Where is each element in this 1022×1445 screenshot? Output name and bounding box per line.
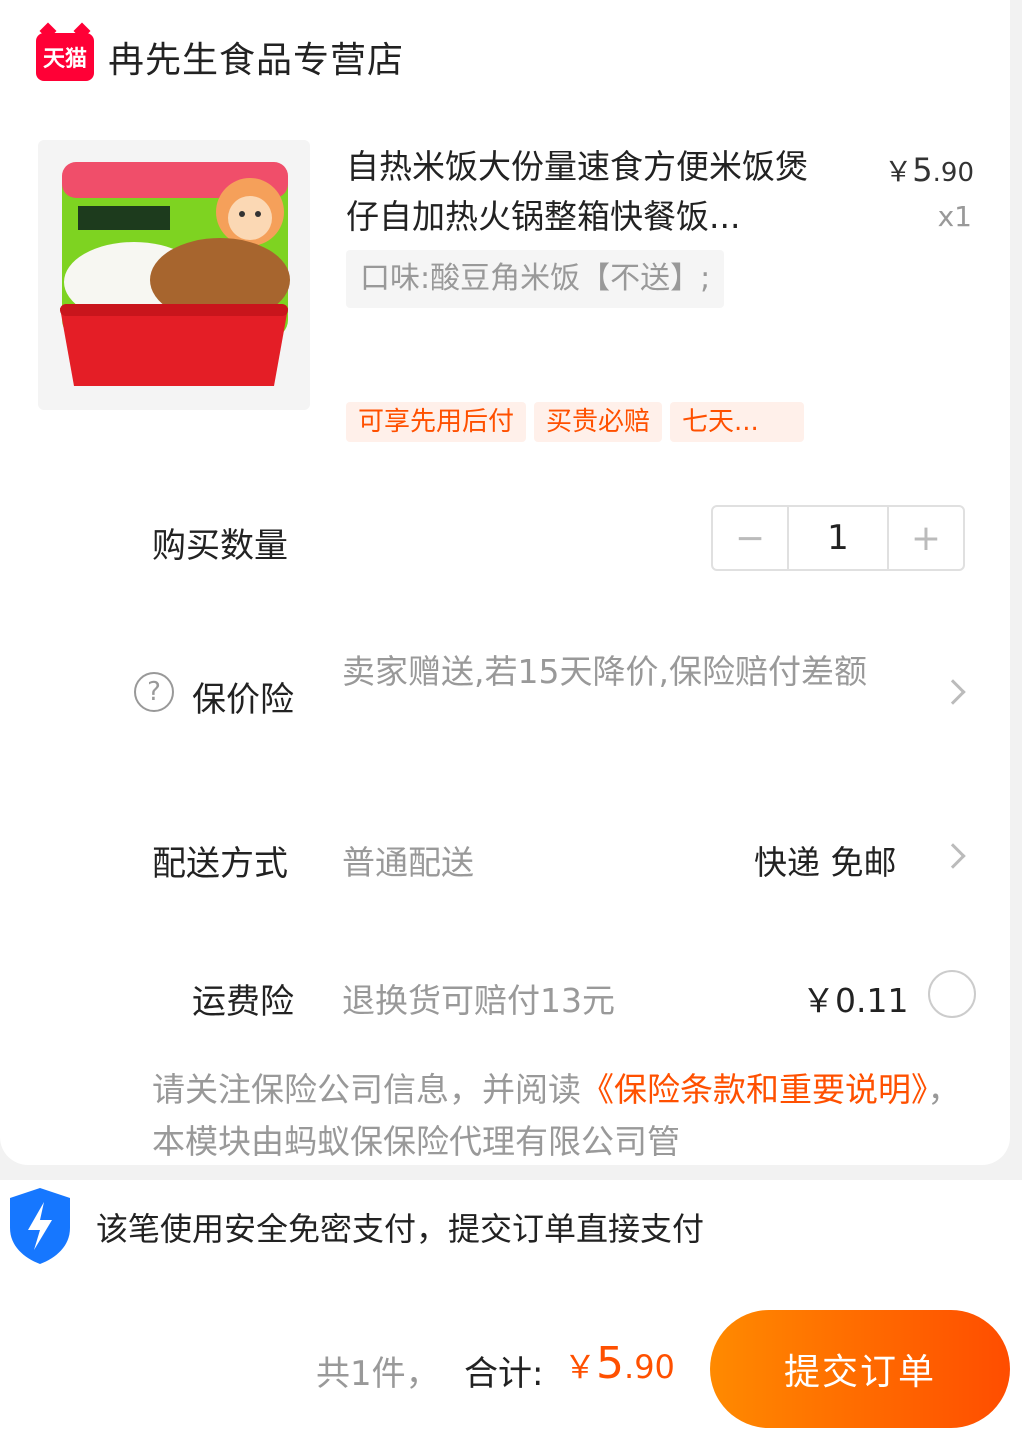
chevron-right-icon[interactable] [940, 843, 966, 869]
service-tags: 可享先用后付 买贵必赔 七天... [346, 402, 812, 442]
delivery-label: 配送方式 [152, 844, 288, 884]
question-circle-icon[interactable]: ? [134, 672, 174, 712]
product-title[interactable]: 自热米饭大份量速食方便米饭煲仔自加热火锅整箱快餐饭... [346, 142, 816, 242]
chevron-right-icon[interactable] [940, 679, 966, 705]
total-decimal: .90 [624, 1348, 675, 1386]
price-integer: 5 [912, 151, 933, 189]
total-integer: 5 [596, 1338, 625, 1389]
tag-pay-later: 可享先用后付 [346, 402, 527, 442]
product-image-illustration [60, 162, 290, 386]
shipping-insurance-radio[interactable] [928, 970, 976, 1018]
product-price: ￥5.90 [884, 150, 974, 190]
tmall-logo: 天猫 [36, 33, 94, 81]
secure-payment-text: 该笔使用安全免密支付，提交订单直接支付 [96, 1210, 705, 1248]
price-insurance-desc[interactable]: 卖家赠送,若15天降价,保险赔付差额 [342, 646, 922, 698]
quantity-value[interactable]: 1 [787, 507, 889, 569]
shipping-insurance-price: ￥0.11 [802, 981, 909, 1020]
total-label: 合计: [464, 1354, 544, 1394]
total-amount: ￥5.90 [564, 1338, 675, 1389]
increase-button[interactable]: + [889, 507, 963, 569]
shield-lightning-icon [10, 1188, 70, 1264]
delivery-fee[interactable]: 快递 免邮 [754, 836, 897, 884]
total-symbol: ￥ [564, 1348, 597, 1386]
submit-order-button[interactable]: 提交订单 [710, 1310, 1010, 1428]
secure-payment-bar: 该笔使用安全免密支付，提交订单直接支付 [0, 1180, 1022, 1280]
shipping-insurance-label: 运费险 [192, 982, 294, 1022]
delivery-method[interactable]: 普通配送 [342, 836, 474, 884]
sku-selector[interactable]: 口味:酸豆角米饭【不送】; [346, 250, 725, 308]
order-card: 天猫 冉先生食品专营店 自热米饭大份量速食方便米饭煲仔自加热火锅整箱快餐饭...… [0, 0, 1010, 1165]
price-symbol: ￥ [884, 155, 913, 188]
tmall-badge-text: 天猫 [42, 47, 87, 72]
tag-price-guarantee: 买贵必赔 [534, 402, 663, 442]
product-image[interactable] [38, 140, 310, 410]
insurance-notice: 请关注保险公司信息，并阅读《保险条款和重要说明》，本模块由蚂蚁保保险代理有限公司… [152, 1064, 982, 1165]
price-decimal: .90 [932, 158, 974, 188]
checkout-footer: 共1件， 合计: ￥5.90 提交订单 [0, 1280, 1022, 1445]
quantity-stepper[interactable]: − 1 + [711, 505, 965, 571]
quantity-label: 购买数量 [152, 526, 288, 566]
shipping-insurance-desc: 退换货可赔付13元 [342, 981, 615, 1020]
notice-text: 请关注保险公司信息，并阅读 [152, 1070, 581, 1109]
price-insurance-label: 保价险 [192, 680, 294, 720]
decrease-button[interactable]: − [713, 507, 787, 569]
store-name[interactable]: 冉先生食品专营店 [108, 31, 404, 83]
product-quantity: x1 [937, 200, 972, 233]
store-header[interactable]: 天猫 冉先生食品专营店 [36, 30, 404, 84]
item-count: 共1件， [316, 1354, 440, 1394]
tag-return: 七天... [670, 402, 805, 442]
insurance-terms-link[interactable]: 《保险条款和重要说明》 [581, 1070, 928, 1109]
